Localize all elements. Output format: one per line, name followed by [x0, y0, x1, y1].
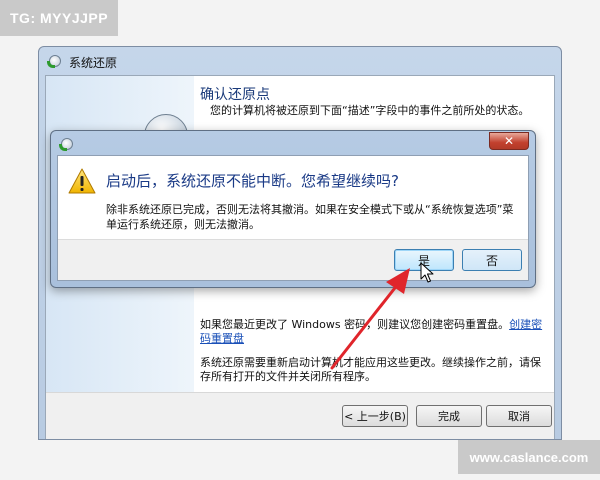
dialog-button-bar: 是 否	[58, 239, 528, 280]
back-button[interactable]: < 上一步(B)	[342, 405, 408, 427]
page-description: 您的计算机将被还原到下面“描述”字段中的事件之前所处的状态。	[210, 104, 530, 117]
password-note: 如果您最近更改了 Windows 密码，则建议您创建密码重置盘。创建密码重置盘	[200, 318, 543, 345]
page-title: 确认还原点	[200, 87, 270, 103]
dialog-client-area: 启动后，系统还原不能中断。您希望继续吗? 除非系统还原已完成，否则无法将其撤消。…	[57, 155, 529, 281]
finish-button[interactable]: 完成	[416, 405, 482, 427]
close-button[interactable]: ✕	[489, 132, 529, 150]
system-restore-icon	[59, 137, 75, 153]
watermark-top: TG: MYYJJPP	[0, 0, 118, 36]
dialog-heading: 启动后，系统还原不能中断。您希望继续吗?	[106, 172, 399, 190]
warning-icon	[68, 168, 96, 194]
cancel-button[interactable]: 取消	[486, 405, 552, 427]
mouse-cursor-icon	[420, 262, 434, 283]
window-title: 系统还原	[69, 55, 118, 70]
watermark-bottom: www.caslance.com	[458, 440, 600, 474]
no-button[interactable]: 否	[462, 249, 522, 271]
window-title-bar: 系统还原	[47, 51, 117, 73]
dialog-message: 除非系统还原已完成，否则无法将其撤消。如果在安全模式下或从“系统恢复选项”菜单运…	[106, 203, 514, 231]
close-icon: ✕	[503, 134, 515, 148]
confirm-dialog: ✕ 启动后，系统还原不能中断。您希望继续吗? 除非系统还原已完成，否则无法将其撤…	[50, 130, 536, 288]
wizard-button-bar: < 上一步(B) 完成 取消	[46, 392, 554, 439]
system-restore-icon	[47, 54, 63, 70]
restart-note: 系统还原需要重新启动计算机才能应用这些更改。继续操作之前，请保存所有打开的文件并…	[200, 356, 541, 383]
